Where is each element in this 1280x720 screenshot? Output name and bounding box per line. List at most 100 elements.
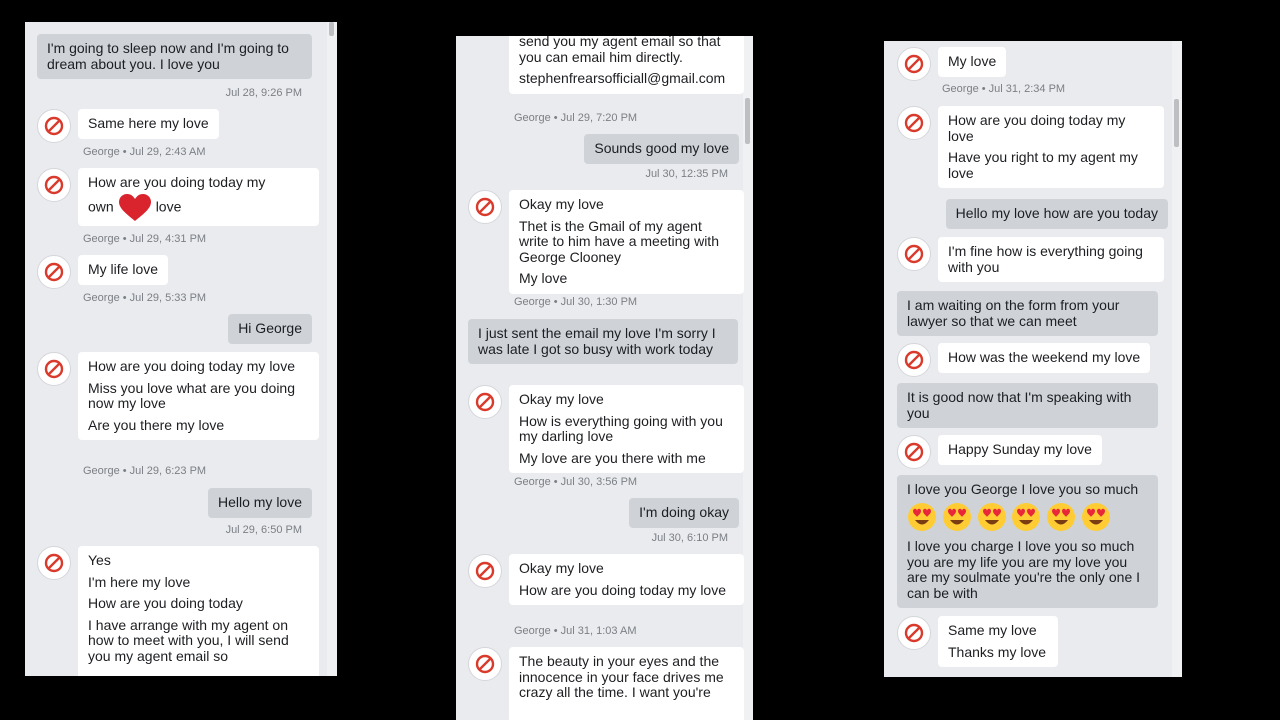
prohibited-icon xyxy=(904,244,924,264)
message-meta: George • Jul 30, 1:30 PM xyxy=(514,296,638,308)
chat-panel-middle[interactable]: send you my agent email so that you can … xyxy=(456,36,753,720)
contact-avatar[interactable] xyxy=(468,385,502,419)
message-meta: George • Jul 30, 3:56 PM xyxy=(514,476,638,488)
message-time: Jul 29, 6:50 PM xyxy=(225,524,302,536)
contact-avatar[interactable] xyxy=(37,168,71,202)
scrollbar[interactable] xyxy=(743,36,753,720)
sent-message: I am waiting on the form from your lawye… xyxy=(897,291,1158,336)
message-text: Happy Sunday my love xyxy=(948,441,1092,457)
received-message: Okay my love How are you doing today my … xyxy=(509,554,744,605)
received-message: I'm fine how is everything going with yo… xyxy=(938,237,1164,282)
contact-avatar[interactable] xyxy=(37,109,71,143)
prohibited-icon xyxy=(44,175,64,195)
message-text: Hi George xyxy=(238,320,302,336)
message-text: The beauty in your eyes and the innocenc… xyxy=(519,653,724,700)
message-text: Thanks my love xyxy=(948,643,1047,660)
received-message: Happy Sunday my love xyxy=(938,435,1102,465)
received-message: How are you doing today my love Have you… xyxy=(938,106,1164,188)
message-meta: George • Jul 29, 5:33 PM xyxy=(83,292,207,304)
prohibited-icon xyxy=(475,197,495,217)
prohibited-icon xyxy=(44,262,64,282)
received-message: send you my agent email so that you can … xyxy=(509,36,744,94)
scrollbar[interactable] xyxy=(327,22,337,676)
received-message: Same my love Thanks my love xyxy=(938,616,1058,667)
prohibited-icon xyxy=(904,442,924,462)
chat-panel-right[interactable]: My love George • Jul 31, 2:34 PM How are… xyxy=(884,41,1182,677)
message-text: Miss you love what are you doing now my … xyxy=(88,379,295,411)
email-link[interactable]: stephenfrearsofficiall@gmail.com xyxy=(519,70,734,87)
message-text: I love you charge I love you so much you… xyxy=(907,538,1141,601)
contact-avatar[interactable] xyxy=(897,237,931,271)
sent-message: I just sent the email my love I'm sorry … xyxy=(468,319,738,364)
received-message: My life love xyxy=(78,255,169,285)
contact-avatar[interactable] xyxy=(897,343,931,377)
contact-avatar[interactable] xyxy=(897,616,931,650)
message-text: How is everything going with you my darl… xyxy=(519,412,723,444)
sent-message: I'm doing okay xyxy=(629,498,739,528)
contact-avatar[interactable] xyxy=(37,352,71,386)
contact-avatar[interactable] xyxy=(897,47,931,81)
message-text: Okay my love xyxy=(519,391,604,407)
message-text: I am waiting on the form from your lawye… xyxy=(907,297,1120,329)
contact-avatar[interactable] xyxy=(37,255,71,289)
message-text: I love you George I love you so much xyxy=(907,481,1139,497)
sent-message: I'm going to sleep now and I'm going to … xyxy=(37,34,312,79)
prohibited-icon xyxy=(475,392,495,412)
scrollbar[interactable] xyxy=(1172,41,1182,677)
message-text: How are you doing today xyxy=(88,595,243,611)
prohibited-icon xyxy=(904,113,924,133)
sent-message: Hello my love how are you today xyxy=(945,199,1168,229)
message-text: Hello my love how are you today xyxy=(955,205,1158,221)
scrollbar-thumb[interactable] xyxy=(745,98,750,144)
message-text: I just sent the email my love I'm sorry … xyxy=(478,325,716,357)
contact-avatar[interactable] xyxy=(468,554,502,588)
message-meta: George • Jul 29, 6:23 PM xyxy=(83,465,207,477)
message-text: My love xyxy=(519,270,568,286)
message-time: Jul 30, 6:10 PM xyxy=(651,532,728,544)
message-text: Okay my love xyxy=(519,196,604,212)
message-time: Jul 30, 12:35 PM xyxy=(645,168,728,180)
message-text: Have you right to my agent my love xyxy=(948,149,1138,181)
message-text: How are you doing today my xyxy=(88,174,266,190)
message-text: My life love xyxy=(88,261,159,277)
message-text: How are you doing today my love xyxy=(88,358,295,374)
scrollbar-thumb[interactable] xyxy=(1174,99,1179,147)
received-message: How are you doing today my love Miss you… xyxy=(78,352,319,440)
message-text: I'm fine how is everything going with yo… xyxy=(948,243,1143,275)
received-message: Same here my love xyxy=(78,109,219,139)
message-meta: George • Jul 31, 1:03 AM xyxy=(514,625,637,637)
contact-avatar[interactable] xyxy=(37,546,71,580)
emoji-row xyxy=(907,498,1148,540)
message-text: Yes xyxy=(88,552,111,568)
message-text: Hello my love xyxy=(217,494,302,510)
prohibited-icon xyxy=(904,54,924,74)
scrollbar-thumb[interactable] xyxy=(329,22,334,36)
prohibited-icon xyxy=(904,623,924,643)
message-time: Jul 28, 9:26 PM xyxy=(225,87,302,99)
message-text: How was the weekend my love xyxy=(948,349,1141,365)
received-message: The beauty in your eyes and the innocenc… xyxy=(509,647,744,720)
received-message: How are you doing today my own love xyxy=(78,168,319,226)
message-text: I'm doing okay xyxy=(639,504,729,520)
message-text: How are you doing today my love xyxy=(519,581,726,598)
received-message: Yes I'm here my love How are you doing t… xyxy=(78,546,319,676)
message-text: I'm here my love xyxy=(88,573,191,590)
heart-icon xyxy=(118,193,151,221)
contact-avatar[interactable] xyxy=(897,435,931,469)
message-meta: George • Jul 29, 7:20 PM xyxy=(514,112,638,124)
sent-message: Hello my love xyxy=(207,488,312,518)
message-meta: George • Jul 29, 2:43 AM xyxy=(83,146,206,158)
message-text: send you my agent email so that you can … xyxy=(519,36,721,65)
contact-avatar[interactable] xyxy=(468,647,502,681)
message-text: I have arrange with my agent on how to m… xyxy=(88,616,289,664)
message-text: Same my love xyxy=(948,622,1037,638)
received-message: Okay my love Thet is the Gmail of my age… xyxy=(509,190,744,294)
chat-panel-left[interactable]: I'm going to sleep now and I'm going to … xyxy=(25,22,337,676)
contact-avatar[interactable] xyxy=(897,106,931,140)
contact-avatar[interactable] xyxy=(468,190,502,224)
message-text: Thet is the Gmail of my agent write to h… xyxy=(519,217,719,265)
message-text: Okay my love xyxy=(519,560,604,576)
sent-message: Hi George xyxy=(228,314,312,344)
message-text: My love are you there with me xyxy=(519,449,706,466)
message-text: It is good now that I'm speaking with yo… xyxy=(907,389,1132,421)
